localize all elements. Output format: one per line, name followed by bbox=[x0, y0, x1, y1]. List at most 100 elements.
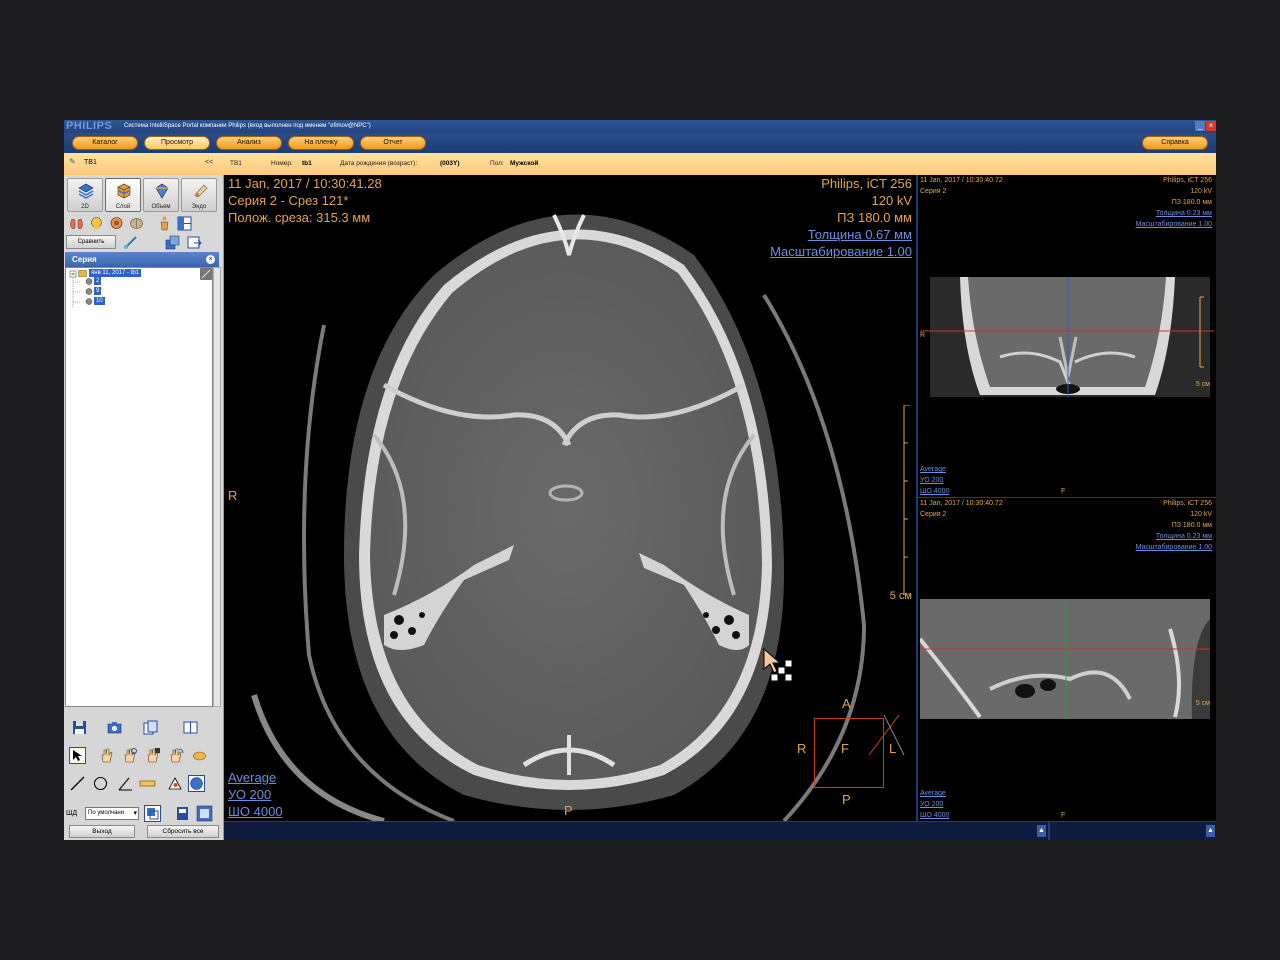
patient-info-bar: ✎ TB1 << TB1 Номер: tb1 Дата рождения (в… bbox=[64, 153, 1216, 175]
coronal-orient-feet: F bbox=[1061, 488, 1066, 495]
angle-icon[interactable] bbox=[117, 775, 134, 792]
tree-series-node-9[interactable]: 9 bbox=[94, 287, 102, 295]
wd-label: ШД bbox=[66, 810, 78, 817]
mode-volume-button[interactable]: Объем bbox=[143, 178, 179, 212]
series-panel-header: Серия × bbox=[65, 252, 219, 267]
mode-slab-button[interactable]: Слой bbox=[105, 178, 141, 212]
mode-2d-button[interactable]: 2D bbox=[67, 178, 103, 212]
main-zoom-link[interactable]: Масштабирование 1.00 bbox=[770, 243, 912, 260]
window-level-hand-icon[interactable] bbox=[144, 747, 161, 764]
coronal-mode-link[interactable]: Average bbox=[920, 464, 946, 475]
close-icon[interactable]: × bbox=[1206, 121, 1216, 131]
number-label: Номер: bbox=[271, 160, 293, 167]
dob-label: Дата рождения (возраст): bbox=[340, 160, 418, 167]
cube-anterior: A bbox=[842, 696, 851, 711]
collapse-panel-button[interactable]: << bbox=[205, 159, 213, 166]
rotate-hand-icon[interactable] bbox=[167, 747, 184, 764]
sagittal-zoom-link[interactable]: Масштабирование 1.00 bbox=[1136, 542, 1212, 553]
coronal-zoom-link[interactable]: Масштабирование 1.00 bbox=[1136, 219, 1212, 230]
skull-icon[interactable] bbox=[88, 215, 105, 232]
volume-icon bbox=[155, 183, 169, 199]
tab-catalog[interactable]: Каталог bbox=[72, 136, 138, 150]
circle-roi-icon[interactable] bbox=[188, 775, 205, 792]
window-preset-select[interactable]: По умолчани bbox=[85, 807, 139, 820]
main-thickness-link[interactable]: Толщина 0.67 мм bbox=[808, 226, 912, 243]
minimize-icon[interactable]: _ bbox=[1195, 121, 1205, 131]
sagittal-mode-link[interactable]: Average bbox=[920, 788, 946, 799]
pin-icon[interactable]: ✎ bbox=[69, 157, 76, 166]
sagittal-thickness-link[interactable]: Толщина 0.23 мм bbox=[1156, 531, 1212, 542]
main-fov: ПЗ 180.0 мм bbox=[837, 210, 912, 225]
eraser-icon[interactable] bbox=[191, 747, 208, 764]
thumbnail-icon[interactable] bbox=[200, 268, 212, 280]
series-tree-scrollbar[interactable] bbox=[213, 267, 221, 707]
reset-all-button[interactable]: Сбросить все bbox=[147, 825, 219, 838]
zoom-hand-icon[interactable] bbox=[121, 747, 138, 764]
layout-grid-icon[interactable] bbox=[176, 215, 193, 232]
intellispace-window: PHILIPS Система IntelliSpace Portal комп… bbox=[64, 120, 1216, 840]
tab-analysis[interactable]: Анализ bbox=[216, 136, 282, 150]
tab-help[interactable]: Справка bbox=[1142, 136, 1208, 150]
stack-icon[interactable] bbox=[164, 234, 181, 251]
brain-icon[interactable] bbox=[128, 215, 145, 232]
series-icon bbox=[85, 288, 93, 295]
book-icon[interactable] bbox=[182, 719, 199, 736]
body-icon[interactable] bbox=[156, 215, 173, 232]
exit-button[interactable]: Выход bbox=[69, 825, 135, 838]
mouse-cursor-icon bbox=[763, 647, 793, 682]
tab-film[interactable]: На пленку bbox=[288, 136, 354, 150]
left-tool-panel: 2D Слой Объем Эндо Сравнить Серия × янв … bbox=[64, 175, 224, 840]
sagittal-wl-link[interactable]: УО 200 bbox=[920, 799, 943, 810]
main-mode-link[interactable]: Average bbox=[228, 769, 276, 786]
sagittal-datetime: 11 Jan, 2017 / 10:30:40.72 bbox=[920, 500, 1003, 507]
main-ww-link[interactable]: ШО 4000 bbox=[228, 803, 283, 820]
export-icon[interactable] bbox=[186, 234, 203, 251]
head-icon[interactable] bbox=[108, 215, 125, 232]
status-scroll-up-icon-right[interactable]: ▲ bbox=[1206, 825, 1215, 837]
side-viewport-sagittal[interactable]: 11 Jan, 2017 / 10:30:40.72 Серия 2 Phili… bbox=[918, 498, 1216, 821]
mode-endo-button[interactable]: Эндо bbox=[181, 178, 217, 212]
link-icon[interactable] bbox=[122, 234, 139, 251]
status-scroll-up-icon[interactable]: ▲ bbox=[1037, 825, 1046, 837]
cube-posterior: P bbox=[842, 792, 851, 807]
compare-button[interactable]: Сравнить bbox=[66, 235, 116, 249]
tree-study-node[interactable]: янв 11, 2017 - tb1 bbox=[89, 269, 141, 277]
line-measure-icon[interactable] bbox=[69, 775, 86, 792]
pan-hand-icon[interactable] bbox=[98, 747, 115, 764]
side-viewport-coronal[interactable]: 11 Jan, 2017 / 10:30:40.72 Серия 2 Phili… bbox=[918, 175, 1216, 497]
invert-icon[interactable] bbox=[174, 805, 191, 822]
save-icon[interactable] bbox=[71, 719, 88, 736]
close-series-panel-icon[interactable]: × bbox=[206, 255, 215, 264]
annotation-icon[interactable] bbox=[167, 775, 184, 792]
sagittal-ww-link[interactable]: ШО 4000 bbox=[920, 810, 949, 821]
coronal-ww-link[interactable]: ШО 4000 bbox=[920, 486, 949, 497]
patient-short-id: TB1 bbox=[84, 159, 97, 166]
series-icon bbox=[85, 278, 93, 285]
main-wl-link[interactable]: УО 200 bbox=[228, 786, 271, 803]
pointer-tool-icon[interactable] bbox=[69, 747, 86, 764]
viewport-divider-horizontal[interactable] bbox=[918, 497, 1216, 498]
tab-view[interactable]: Просмотр bbox=[144, 136, 210, 150]
camera-icon[interactable] bbox=[106, 719, 123, 736]
tree-series-node-2[interactable]: 2 bbox=[94, 277, 102, 285]
sagittal-scanner: Philips, iCT 256 bbox=[1163, 500, 1212, 507]
number-value: tb1 bbox=[302, 160, 312, 167]
viewport-divider[interactable] bbox=[916, 175, 918, 821]
tab-report[interactable]: Отчет bbox=[360, 136, 426, 150]
coronal-thickness-link[interactable]: Толщина 0.23 мм bbox=[1156, 208, 1212, 219]
ellipse-roi-icon[interactable] bbox=[92, 775, 109, 792]
main-datetime: 11 Jan, 2017 / 10:30:41.28 bbox=[228, 176, 382, 191]
copy-icon[interactable] bbox=[142, 719, 159, 736]
film-icon[interactable] bbox=[196, 805, 213, 822]
main-viewport-axial[interactable]: 11 Jan, 2017 / 10:30:41.28 Серия 2 - Сре… bbox=[224, 175, 916, 821]
tool-row-1 bbox=[66, 215, 222, 233]
coronal-wl-link[interactable]: УО 200 bbox=[920, 475, 943, 486]
study-folder-icon bbox=[78, 270, 87, 277]
window-preset-icon[interactable] bbox=[144, 805, 161, 822]
ruler-icon[interactable] bbox=[139, 775, 156, 792]
2d-layers-icon bbox=[78, 183, 94, 199]
endo-icon bbox=[194, 184, 208, 198]
lungs-icon[interactable] bbox=[68, 215, 85, 232]
tree-series-node-10[interactable]: 10 bbox=[94, 297, 105, 305]
sex-value: Мужской bbox=[510, 160, 539, 167]
